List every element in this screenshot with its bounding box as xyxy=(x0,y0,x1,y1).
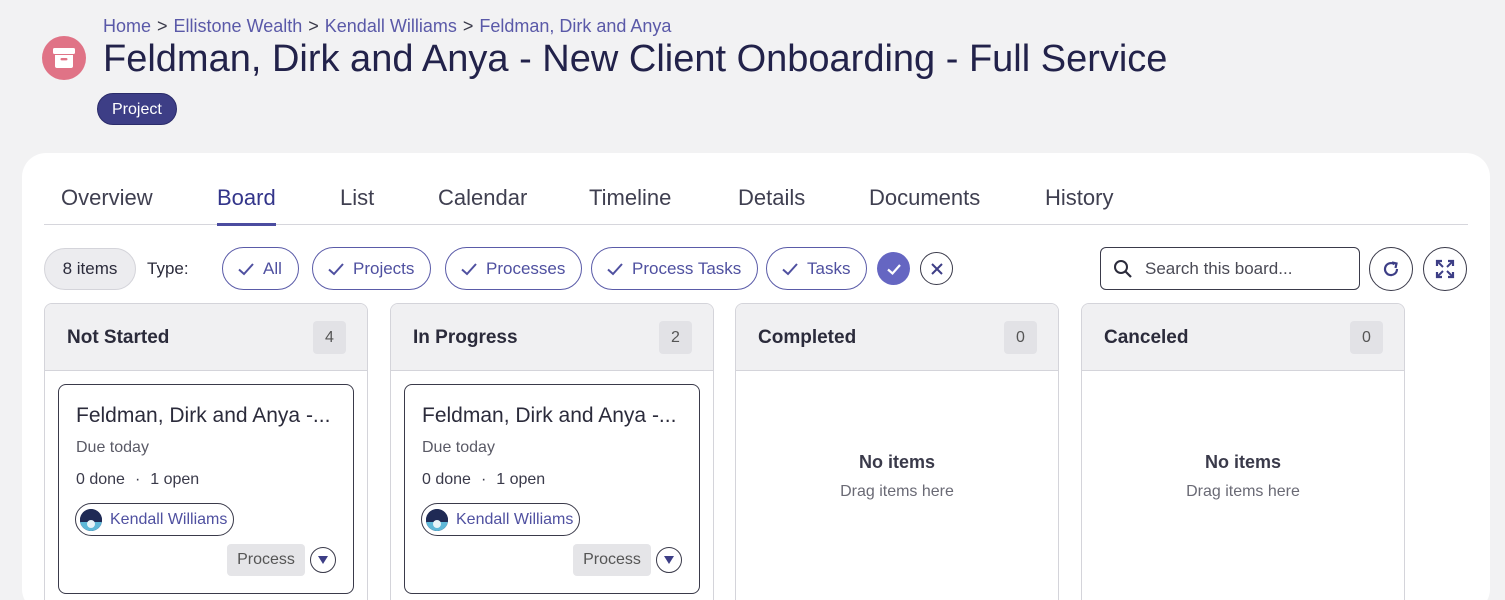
filter-chip-label: Tasks xyxy=(807,258,851,278)
filter-chip-label: Processes xyxy=(486,258,566,278)
card-title[interactable]: Feldman, Dirk and Anya -... xyxy=(422,404,676,428)
check-icon xyxy=(886,263,901,275)
filter-chip-label: All xyxy=(263,258,282,278)
tab-details[interactable]: Details xyxy=(738,185,805,223)
card-expand-button[interactable] xyxy=(310,547,336,573)
filter-chip-process-tasks[interactable]: Process Tasks xyxy=(591,247,759,290)
tab-overview[interactable]: Overview xyxy=(61,185,153,223)
tab-bar: Overview Board List Calendar Timeline De… xyxy=(44,173,1468,226)
item-count-badge: 8 items xyxy=(44,248,136,290)
filter-chip-tasks[interactable]: Tasks xyxy=(766,247,868,290)
board-column-not-started: Not Started 4 Feldman, Dirk and Anya -..… xyxy=(44,303,368,600)
card-done-count: 0 done xyxy=(76,471,125,488)
card-open-count: 1 open xyxy=(150,471,200,488)
card-type-tag: Process xyxy=(227,544,305,576)
card-type-tag: Process xyxy=(573,544,651,576)
card-due-date: Due today xyxy=(422,439,495,456)
card-stats: 0 done · 1 open xyxy=(76,471,199,489)
column-header: In Progress 2 xyxy=(391,304,713,371)
caret-down-icon xyxy=(664,556,674,564)
assignee-name: Kendall Williams xyxy=(456,510,574,528)
column-header: Canceled 0 xyxy=(1082,304,1404,371)
column-count-badge: 4 xyxy=(313,321,346,354)
board-panel: Overview Board List Calendar Timeline De… xyxy=(22,153,1490,600)
search-icon xyxy=(1114,259,1132,278)
check-icon xyxy=(238,262,254,275)
column-title: Completed xyxy=(758,327,857,348)
stats-separator: · xyxy=(134,471,141,488)
tab-timeline[interactable]: Timeline xyxy=(589,185,671,223)
assignee-chip[interactable]: Kendall Williams xyxy=(421,503,581,536)
empty-state-title: No items xyxy=(1204,452,1282,472)
page-title: Feldman, Dirk and Anya - New Client Onbo… xyxy=(103,38,1168,80)
caret-down-icon xyxy=(318,556,328,564)
card-expand-button[interactable] xyxy=(656,547,682,573)
column-count-badge: 0 xyxy=(1004,321,1037,354)
column-title: Canceled xyxy=(1104,327,1189,348)
board-column-canceled: Canceled 0 No items Drag items here xyxy=(1081,303,1405,600)
tab-board[interactable]: Board xyxy=(217,185,276,226)
breadcrumb-separator: > xyxy=(157,16,168,36)
fullscreen-button[interactable] xyxy=(1423,247,1467,291)
column-header: Not Started 4 xyxy=(45,304,367,371)
apply-filters-button[interactable] xyxy=(877,252,910,285)
avatar xyxy=(426,508,448,531)
column-count-badge: 0 xyxy=(1350,321,1383,354)
board-card[interactable]: Feldman, Dirk and Anya -... Due today 0 … xyxy=(58,384,354,594)
filter-chip-label: Process Tasks xyxy=(632,258,742,278)
card-stats: 0 done · 1 open xyxy=(422,471,545,489)
board-card[interactable]: Feldman, Dirk and Anya -... Due today 0 … xyxy=(404,384,700,594)
avatar xyxy=(80,508,102,531)
empty-state-title: No items xyxy=(858,452,936,472)
tab-list[interactable]: List xyxy=(340,185,374,223)
filter-chip-all[interactable]: All xyxy=(222,247,299,290)
clear-filters-button[interactable] xyxy=(920,252,953,285)
check-icon xyxy=(782,262,798,275)
stats-separator: · xyxy=(480,471,487,488)
breadcrumb-separator: > xyxy=(462,16,474,36)
board-column-completed: Completed 0 No items Drag items here xyxy=(735,303,1059,600)
card-open-count: 1 open xyxy=(496,471,546,488)
breadcrumb-home[interactable]: Home xyxy=(103,16,151,37)
empty-state: No items Drag items here xyxy=(736,452,1058,501)
card-done-count: 0 done xyxy=(422,471,471,488)
column-title: In Progress xyxy=(413,327,518,348)
tab-history[interactable]: History xyxy=(1045,185,1113,223)
empty-state: No items Drag items here xyxy=(1082,452,1404,501)
refresh-button[interactable] xyxy=(1369,247,1413,291)
assignee-name: Kendall Williams xyxy=(110,510,228,528)
column-title: Not Started xyxy=(67,327,170,348)
expand-icon xyxy=(1435,259,1455,279)
card-title[interactable]: Feldman, Dirk and Anya -... xyxy=(76,404,330,428)
card-due-date: Due today xyxy=(76,439,149,456)
search-input[interactable] xyxy=(1145,258,1345,279)
breadcrumb-client[interactable]: Feldman, Dirk and Anya xyxy=(479,16,671,37)
column-count-badge: 2 xyxy=(659,321,692,354)
check-icon xyxy=(607,262,623,275)
column-header: Completed 0 xyxy=(736,304,1058,371)
breadcrumb: Home > Ellistone Wealth > Kendall Willia… xyxy=(103,16,671,37)
filter-chip-label: Projects xyxy=(353,258,415,278)
type-badge: Project xyxy=(97,93,177,125)
empty-state-hint: Drag items here xyxy=(840,483,954,500)
check-icon xyxy=(461,262,477,275)
breadcrumb-advisor[interactable]: Kendall Williams xyxy=(325,16,457,37)
check-icon xyxy=(328,262,344,275)
board-column-in-progress: In Progress 2 Feldman, Dirk and Anya -..… xyxy=(390,303,714,600)
type-filter-label: Type: xyxy=(147,259,189,278)
breadcrumb-household[interactable]: Ellistone Wealth xyxy=(174,16,303,37)
archive-box-icon xyxy=(42,36,86,80)
breadcrumb-separator: > xyxy=(308,16,319,36)
board-search[interactable] xyxy=(1100,247,1360,290)
tab-documents[interactable]: Documents xyxy=(869,185,980,223)
empty-state-hint: Drag items here xyxy=(1186,483,1300,500)
tab-calendar[interactable]: Calendar xyxy=(438,185,527,223)
filter-chip-projects[interactable]: Projects xyxy=(312,247,432,290)
assignee-chip[interactable]: Kendall Williams xyxy=(75,503,235,536)
refresh-icon xyxy=(1383,261,1399,277)
close-icon xyxy=(930,262,943,275)
filter-chip-processes[interactable]: Processes xyxy=(445,247,583,290)
